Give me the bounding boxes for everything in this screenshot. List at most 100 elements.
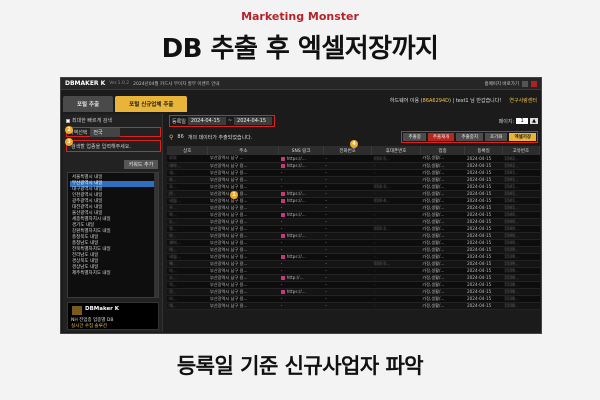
cell-text: 2024-04-15 (466, 275, 492, 280)
column-header[interactable]: SNS 링크 (278, 146, 324, 155)
promo-banner[interactable]: DBMaker K NH 전업종 업종별 DB 실시간 수집 솔루션 (67, 302, 159, 330)
column-header[interactable]: 주소 (207, 146, 280, 155)
cell-text: - (325, 219, 327, 224)
table-cell: 가정,생활/... (420, 232, 465, 240)
cell-text: 가정,생활/... (422, 295, 445, 301)
table-row[interactable]: 센터... 부산광역시 남구 용... - - - 가정,생활/... 2024-04-15… (167, 239, 540, 247)
tab-portal-extract[interactable]: 포털 추출 (63, 96, 114, 112)
region-scrollbar[interactable] (154, 173, 158, 297)
table-row[interactable]: 소... 부산광역시 남구 용... http://... - - 가정,생활/... 20… (167, 274, 540, 282)
notice-text[interactable]: 2024년04월 카드사 무이자 할부 이벤트 안내 (133, 81, 219, 87)
table-row[interactable]: 우... 부산광역시 남구 용... - - - 가정,생활/... 2024-04-15 1… (167, 204, 540, 212)
resume-extract-button[interactable]: 추출재개 (427, 133, 455, 141)
cell-text: 1540... (504, 226, 519, 231)
lab-link[interactable]: 연구사랑센터 (509, 97, 537, 104)
table-row[interactable]: JY... 부산광역시 남구 용... https://... - - 가정,생활/...… (167, 190, 540, 198)
cell-text: 2024-04-15 (466, 296, 492, 301)
cell-text: 가정,생활/... (422, 267, 445, 273)
table-cell: https://... (278, 162, 324, 170)
cell-text: - (373, 240, 376, 245)
table-cell: 부산광역시 남구 용... (207, 162, 279, 170)
step-badge-1: 1 (230, 191, 238, 199)
cell-text: 다... (169, 295, 177, 301)
table-row[interactable]: 대... 부산광역시 남구 용... - - - 가정,생활/... 2024-04-15 1… (167, 246, 540, 254)
info-text: 하드웨어 이용 ( (389, 98, 423, 104)
table-row[interactable]: 내일... 부산광역시 남구 용... https://... - - 가정,생활/...… (167, 253, 540, 261)
cell-text: 부산광역시 남구 용... (209, 302, 248, 308)
cell-text: - (373, 254, 376, 259)
table-row[interactable]: 대아... 부산광역시 남구 용... https://... - - 가정,생활/...… (167, 162, 540, 170)
table-cell: - (323, 232, 372, 240)
table-row[interactable]: 내일... 부산광역시 남구 용... https://... - 010-4... 가정… (167, 197, 540, 205)
table-cell: 1540... (502, 218, 540, 226)
add-keyword-button[interactable]: 키워드 추가 (124, 160, 158, 169)
table-row[interactable]: 내... 부산광역시 남구 용... - - - 가정,생활/... 2024-04-15 1… (167, 169, 540, 177)
cell-text: 가정,생활/... (422, 239, 445, 245)
cell-text: - (325, 240, 327, 245)
page-input[interactable]: 1 (516, 118, 529, 124)
table-cell: - (278, 281, 324, 289)
date-to-input[interactable]: 2024-04-15 (234, 117, 273, 125)
table-row[interactable]: 다... 부산광역시 남구 용... - - - 가정,생활/... 2024-04-15 1… (167, 295, 540, 303)
table-cell: 가정,생활/... (420, 155, 465, 163)
table-row[interactable]: 대... 부산광역시 남구 용... - - - 가정,생활/... 2024-04-15 1… (167, 302, 540, 310)
cell-text: 가정,생활/... (422, 183, 445, 189)
table-row[interactable]: 다... 부산광역시 남구 용... - - - 가정,생활/... 2024-04-15 1… (167, 267, 540, 275)
cell-text: 내일... (169, 197, 181, 203)
cell-text: 부산광역시 남구 용... (209, 246, 248, 252)
column-header[interactable]: 등록일 (464, 146, 503, 155)
sns-icon (280, 276, 285, 280)
table-cell: 1539... (502, 260, 540, 268)
cell-text: - (373, 275, 376, 280)
industry-search-input[interactable]: 검색할 업종을 입력해주세요. (66, 140, 161, 152)
table-row[interactable]: 빈... 부산광역시 남구 용... https://... - - 가정,생활/... 2… (167, 232, 540, 240)
reset-button[interactable]: 초기화 (485, 133, 508, 141)
extracting-button[interactable]: 추출중 (403, 133, 426, 141)
close-button[interactable] (531, 80, 537, 87)
table-row[interactable]: 진... 부산광역시 남구 용... https://... - - 가정,생활/... 2… (167, 288, 540, 296)
table-cell: 부산광역시 남구 용... (207, 204, 279, 212)
table-cell: 소... (167, 274, 208, 282)
fast-search-checkbox[interactable] (66, 118, 70, 123)
table-cell: 1539... (502, 267, 540, 275)
cell-text: 가정,생활/... (422, 274, 445, 280)
column-header[interactable]: 고유번호 (502, 146, 541, 155)
cell-text: 가정,생활/... (422, 155, 445, 161)
table-cell: 부산광역시 남구 용... (207, 260, 279, 268)
table-row[interactable]: 해... 부산광역시 남구 용... - - 010-5... 가정,생활/... 2024… (167, 260, 540, 268)
table-cell: 010-5... (371, 155, 421, 163)
column-header[interactable]: 휴대폰번호 (371, 146, 421, 155)
table-row[interactable]: 포... 부산광역시 남구 용... - - - 가정,생활/... 2024-04-15 1… (167, 176, 540, 184)
table-row[interactable]: 하... 부산광역시 남구 용... https://... - - 가정,생활/... 2… (167, 211, 540, 219)
table-cell: 2024-04-15 (464, 260, 503, 268)
region-list-item[interactable]: 제주특별자치도 내일 (70, 271, 156, 277)
table-row[interactable]: 모... 부산광역시 남구 용... - - 010-3... 가정,생활/... 2024… (167, 183, 540, 191)
excel-save-button[interactable]: 엑셀저장 (509, 133, 536, 141)
fast-search-row[interactable]: 최대한 빠르게 검색 (66, 117, 112, 124)
sns-icon (280, 234, 285, 238)
column-header[interactable]: 업종 (420, 146, 466, 155)
sns-icon (280, 213, 285, 217)
table-cell: 가정,생활/... (420, 218, 465, 226)
date-from-input[interactable]: 2024-04-15 (187, 117, 226, 125)
home-link[interactable]: 홈페이지 바로가기 (484, 81, 519, 87)
region-select[interactable]: 전국 (90, 127, 121, 137)
table-row[interactable]: 이... 부산광역시 남구 용... - - - 가정,생활/... 2024-04-15 1… (167, 281, 540, 289)
table-row[interactable]: 모모 부산광역시 남구 ... https://... - 010-5... 가정,생활/… (167, 155, 540, 163)
table-row[interactable]: 첫... 부산광역시 남구 용... - - 010-2... 가정,생활/... 2024… (167, 225, 540, 233)
stop-extract-button[interactable]: 추출중지 (456, 133, 484, 141)
column-header[interactable]: 상호 (167, 146, 209, 155)
table-cell: 1541... (502, 176, 540, 184)
table-cell: - (278, 267, 324, 275)
minimize-button[interactable] (522, 80, 528, 87)
column-header[interactable]: 전화번호 (323, 146, 373, 155)
table-cell: - (323, 267, 372, 275)
table-row[interactable]: 도... 부산광역시 남구 용... - - - 가정,생활/... 2024-04-15 1… (167, 218, 540, 226)
page-stepper[interactable]: ▲ (530, 118, 538, 124)
tab-new-business-extract[interactable]: 포털 신규업체 추출 (115, 96, 188, 112)
page-title: DB 추출 후 엑셀저장까지 (161, 34, 439, 64)
table-cell: 모모 (167, 155, 208, 163)
cell-text: 해... (169, 260, 177, 266)
result-text: 개의 데이터가 추출되었습니다. (187, 134, 253, 141)
sns-icon (280, 164, 285, 168)
